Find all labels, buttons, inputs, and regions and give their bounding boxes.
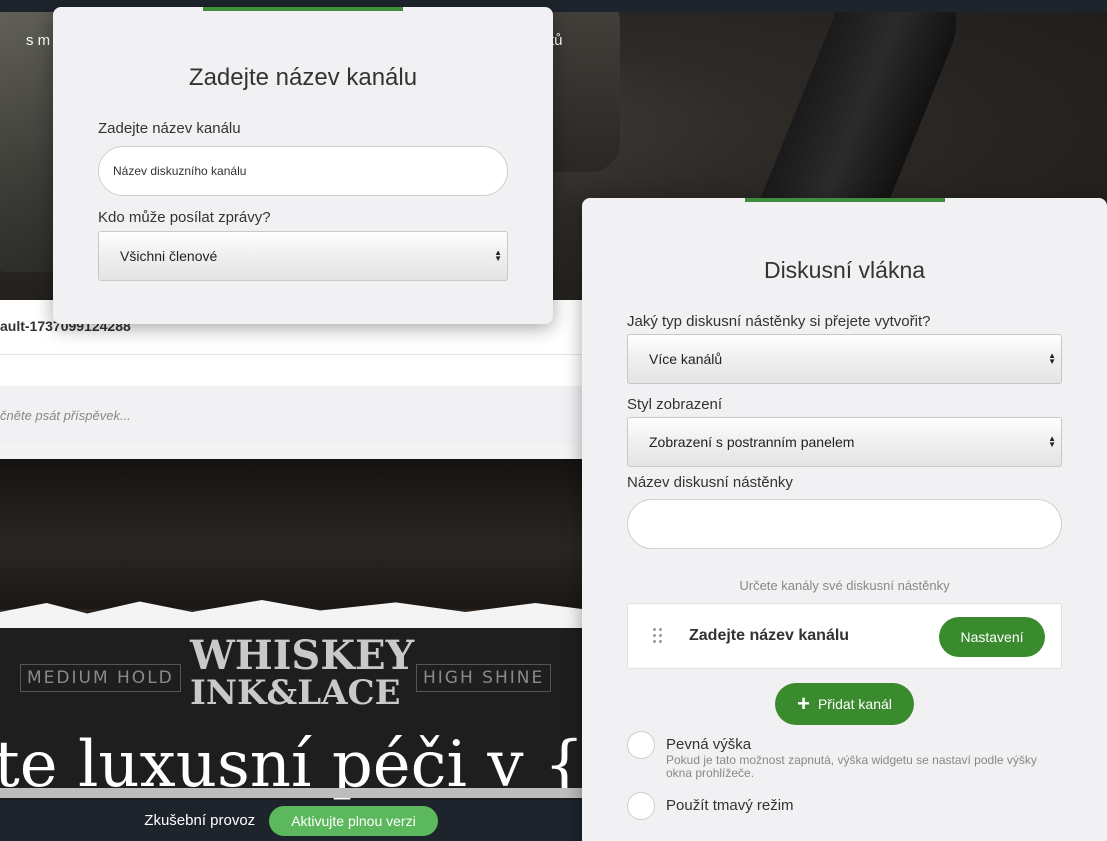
banner-tag-right: HIGH SHINE: [416, 664, 552, 692]
modal-accent-bar: [203, 7, 403, 11]
channel-name-label: Zadejte název kanálu: [98, 120, 241, 137]
board-type-label: Jaký typ diskusní nástěnky si přejete vy…: [627, 313, 931, 330]
select-arrows-icon: ▲ ▼: [1048, 351, 1056, 366]
divider: [0, 354, 582, 355]
fixed-height-toggle[interactable]: [627, 731, 655, 759]
banner-tag-left: MEDIUM HOLD: [20, 664, 181, 692]
channel-name: Zadejte název kanálu: [689, 627, 850, 644]
board-name-label: Název diskusní nástěnky: [627, 474, 793, 491]
dark-mode-toggle[interactable]: [627, 792, 655, 820]
channel-name-input[interactable]: Název diskuzního kanálu: [98, 146, 508, 196]
display-style-label: Styl zobrazení: [627, 396, 723, 413]
brand-logo: WHISKEY INK&LACE: [190, 632, 415, 713]
dark-mode-label: Použít tmavý režim: [666, 797, 794, 814]
channel-name-modal: Zadejte název kanálu Zadejte název kanál…: [53, 7, 553, 324]
plus-icon: +: [797, 691, 810, 716]
post-input-placeholder: čněte psát příspěvek...: [0, 408, 131, 423]
add-channel-label: Přidat kanál: [817, 696, 892, 712]
trial-label: Zkušební provoz: [144, 812, 256, 829]
post-input[interactable]: čněte psát příspěvek...: [0, 386, 582, 444]
fixed-height-hint: Pokud je tato možnost zapnutá, výška wid…: [666, 753, 1037, 780]
activate-full-version-button[interactable]: Aktivujte plnou verzi: [269, 805, 438, 836]
board-name-input[interactable]: [627, 499, 1062, 549]
who-can-post-select[interactable]: Všichni členové ▲ ▼: [98, 231, 508, 281]
modal-title: Diskusní vlákna: [763, 257, 926, 283]
trial-bar: Zkušební provoz Aktivujte plnou verzi: [0, 800, 582, 841]
divider: [0, 788, 582, 798]
channel-name-value: Název diskuzního kanálu: [113, 164, 247, 178]
select-arrows-icon: ▲ ▼: [494, 248, 502, 263]
fixed-height-label: Pevná výška: [666, 736, 752, 753]
channel-settings-button[interactable]: Nastavení: [939, 617, 1045, 657]
who-can-post-value: Všichni členové: [120, 248, 218, 264]
discussion-threads-modal: Diskusní vlákna Jaký typ diskusní nástěn…: [582, 198, 1107, 841]
add-channel-button[interactable]: + Přidat kanál: [775, 683, 914, 725]
settings-label: Nastavení: [960, 629, 1024, 645]
channel-row: Zadejte název kanálu Nastavení: [627, 603, 1062, 669]
divider: [0, 444, 582, 459]
board-type-select[interactable]: Více kanálů ▲ ▼: [627, 334, 1062, 384]
board-type-value: Více kanálů: [649, 351, 723, 367]
product-image: [0, 459, 582, 609]
drag-handle-icon[interactable]: [653, 628, 665, 646]
modal-accent-bar: [745, 198, 945, 202]
hero-text: s m: [26, 32, 51, 49]
channels-hint: Určete kanály své diskusní nástěnky: [739, 578, 950, 593]
product-banner: MEDIUM HOLD WHISKEY INK&LACE HIGH SHINE …: [0, 628, 582, 800]
modal-title: Zadejte název kanálu: [188, 64, 418, 91]
display-style-value: Zobrazení s postranním panelem: [649, 434, 855, 450]
select-arrows-icon: ▲ ▼: [1048, 434, 1056, 449]
display-style-select[interactable]: Zobrazení s postranním panelem ▲ ▼: [627, 417, 1062, 467]
who-can-post-label: Kdo může posílat zprávy?: [98, 209, 271, 226]
